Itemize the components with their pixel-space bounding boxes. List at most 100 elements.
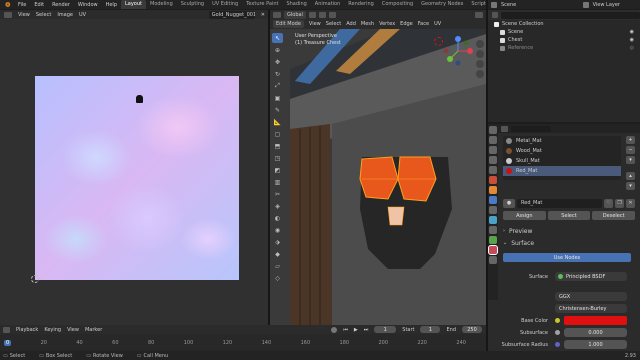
measure-tool-icon[interactable]: 📐 [272, 117, 283, 127]
socket-dot-icon[interactable] [555, 342, 560, 347]
vp-menu-add[interactable]: Add [346, 21, 356, 27]
outliner-filter-icon[interactable] [492, 12, 498, 18]
rotate-tool-icon[interactable]: ↻ [272, 69, 283, 79]
play-icon[interactable]: ▶ [354, 327, 358, 333]
menu-keying[interactable]: Keying [44, 327, 61, 333]
menu-window[interactable]: Window [74, 2, 102, 8]
properties-search-input[interactable] [511, 125, 551, 132]
view-layer-tab-icon[interactable] [489, 156, 497, 164]
material-name-field[interactable]: Red_Mat [517, 198, 602, 208]
move-slot-down-button[interactable]: ▾ [626, 182, 635, 190]
record-icon[interactable] [331, 326, 338, 333]
image-menu-image[interactable]: Image [57, 12, 73, 18]
menu-edit[interactable]: Edit [30, 2, 48, 8]
snap-icon[interactable] [318, 11, 326, 18]
select-button[interactable]: Select [547, 211, 591, 220]
shear-tool-icon[interactable]: ▱ [272, 261, 283, 271]
scene-name[interactable]: Scene [501, 2, 516, 8]
overlay-icon[interactable] [475, 11, 483, 18]
image-menu-select[interactable]: Select [36, 12, 51, 18]
poly-build-tool-icon[interactable]: ◈ [272, 201, 283, 211]
outliner-item-chest[interactable]: Chest ◉ [488, 36, 640, 44]
grid-icon[interactable] [476, 70, 484, 78]
jump-end-icon[interactable]: ⏭ [364, 327, 369, 333]
loop-cut-tool-icon[interactable]: ▥ [272, 177, 283, 187]
outliner-item-scene[interactable]: Scene ◉ [488, 28, 640, 36]
menu-render[interactable]: Render [48, 2, 74, 8]
vp-menu-select[interactable]: Select [326, 21, 341, 27]
scene-tab-icon[interactable] [489, 166, 497, 174]
pivot-icon[interactable] [308, 11, 316, 18]
vp-menu-uv[interactable]: UV [434, 21, 441, 27]
cursor-tool-icon[interactable]: ⊕ [272, 45, 283, 55]
add-slot-button[interactable]: + [626, 136, 635, 144]
move-tool-icon[interactable]: ✥ [272, 57, 283, 67]
image-menu-view[interactable]: View [18, 12, 30, 18]
use-nodes-button[interactable]: Use Nodes [503, 253, 631, 262]
unlink-material-icon[interactable]: ✕ [626, 198, 635, 208]
data-tab-icon[interactable] [489, 236, 497, 244]
add-cube-tool-icon[interactable]: ▢ [272, 129, 283, 139]
jump-start-icon[interactable]: ⏮ [343, 327, 348, 333]
menu-timeline-view[interactable]: View [67, 327, 79, 333]
vp-menu-vertex[interactable]: Vertex [379, 21, 395, 27]
tab-animation[interactable]: Animation [311, 0, 345, 9]
normal-map-image[interactable] [35, 76, 239, 280]
proportional-icon[interactable] [328, 11, 336, 18]
vp-menu-face[interactable]: Face [418, 21, 429, 27]
tab-compositing[interactable]: Compositing [378, 0, 417, 9]
outliner-item-reference[interactable]: Reference ◎ [488, 44, 640, 52]
tool-tab-icon[interactable] [489, 126, 497, 134]
vp-menu-view[interactable]: View [309, 21, 321, 27]
view-layer-icon[interactable] [582, 1, 589, 8]
distribution-select[interactable]: GGX [555, 292, 627, 301]
tab-modeling[interactable]: Modeling [146, 0, 177, 9]
material-slot-active[interactable]: Red_Mat [503, 166, 621, 176]
output-tab-icon[interactable] [489, 146, 497, 154]
particles-tab-icon[interactable] [489, 206, 497, 214]
duplicate-material-icon[interactable]: ❐ [615, 198, 624, 208]
tab-sculpting[interactable]: Sculpting [177, 0, 208, 9]
vp-menu-edge[interactable]: Edge [400, 21, 413, 27]
blender-logo-icon[interactable] [3, 1, 11, 8]
fake-user-icon[interactable]: ♡ [604, 198, 613, 208]
menu-file[interactable]: File [14, 2, 30, 8]
texture-tab-icon[interactable] [489, 256, 497, 264]
subsurface-radius-field[interactable]: 1.000 [564, 340, 627, 349]
tab-uv-editing[interactable]: UV Editing [208, 0, 242, 9]
visibility-eye-icon[interactable]: ◉ [630, 37, 634, 43]
modifier-tab-icon[interactable] [489, 196, 497, 204]
timeline-ruler[interactable]: 0 20 40 60 80 100 120 140 160 180 200 22… [0, 334, 486, 351]
tab-rendering[interactable]: Rendering [344, 0, 378, 9]
extrude-tool-icon[interactable]: ⬒ [272, 141, 283, 151]
properties-editor-icon[interactable] [501, 125, 508, 132]
knife-tool-icon[interactable]: ✂ [272, 189, 283, 199]
end-frame-field[interactable]: 250 [462, 326, 482, 333]
timeline-editor-icon[interactable] [3, 326, 10, 333]
physics-tab-icon[interactable] [489, 216, 497, 224]
view-layer-name[interactable]: View Layer [593, 2, 620, 8]
assign-button[interactable]: Assign [503, 211, 546, 220]
scale-tool-icon[interactable]: ⤢ [272, 81, 283, 91]
3d-viewport[interactable] [270, 29, 486, 325]
edge-slide-tool-icon[interactable]: ⬗ [272, 237, 283, 247]
pan-hand-icon[interactable] [476, 50, 484, 58]
menu-playback[interactable]: Playback [16, 327, 38, 333]
tab-shading[interactable]: Shading [282, 0, 310, 9]
current-frame-field[interactable]: 1 [374, 326, 397, 333]
base-color-swatch[interactable] [564, 316, 627, 325]
divider[interactable] [486, 0, 488, 351]
material-tab-icon[interactable] [488, 245, 498, 255]
material-slot[interactable]: Metal_Mat [503, 136, 621, 146]
annotate-tool-icon[interactable]: ✎ [272, 105, 283, 115]
scene-icon[interactable] [491, 1, 497, 8]
menu-help[interactable]: Help [102, 2, 121, 8]
outliner-search-input[interactable] [501, 11, 640, 19]
spin-tool-icon[interactable]: ◐ [272, 213, 283, 223]
select-tool-icon[interactable]: ↖ [272, 33, 283, 43]
3d-cursor-icon[interactable] [434, 37, 443, 46]
image-menu-uv[interactable]: UV [79, 12, 86, 18]
bevel-tool-icon[interactable]: ◩ [272, 165, 283, 175]
transform-orientation-select[interactable]: Global [284, 10, 306, 19]
menu-marker[interactable]: Marker [85, 327, 102, 333]
